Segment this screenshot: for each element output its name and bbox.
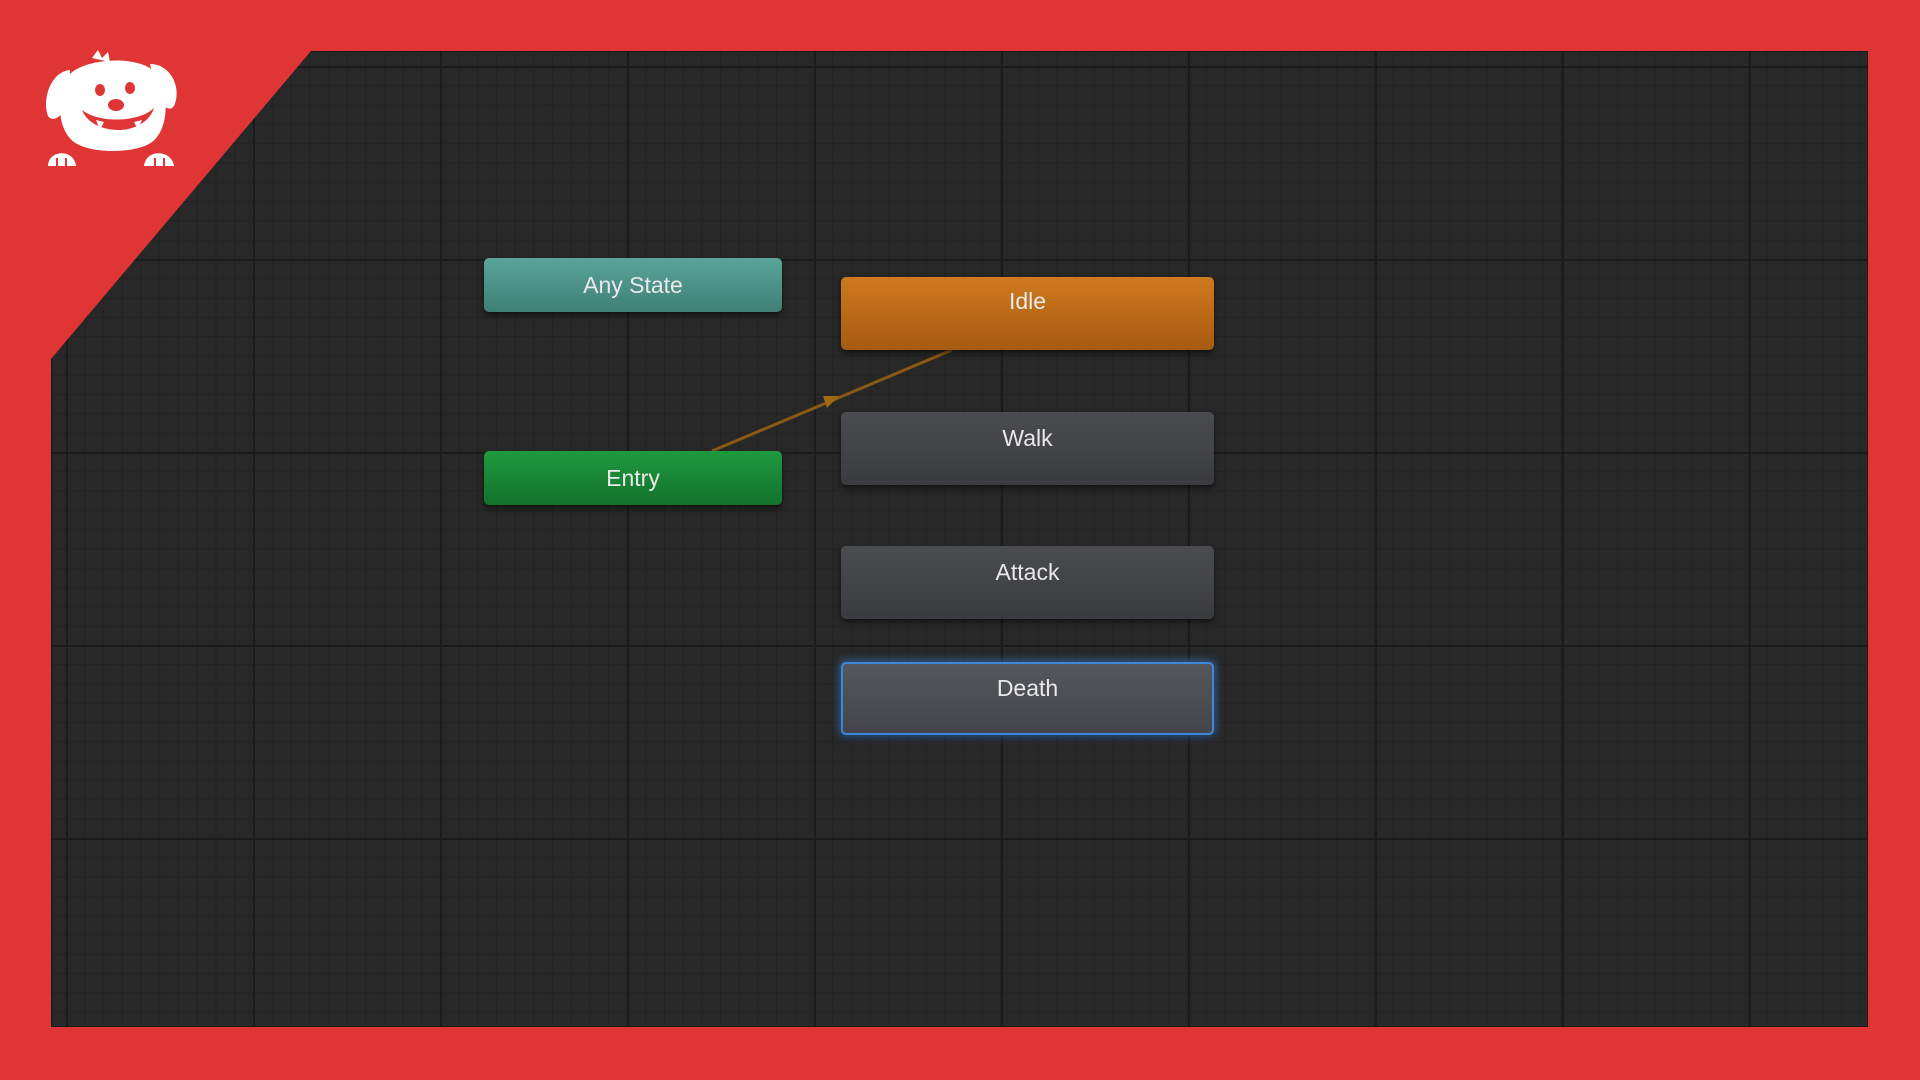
frame: Any State Entry Idle Walk Attack Death	[0, 0, 1920, 1080]
state-label-any-state: Any State	[583, 271, 683, 298]
state-node-walk[interactable]: Walk	[841, 412, 1214, 485]
state-label-walk: Walk	[1002, 425, 1053, 451]
state-node-entry[interactable]: Entry	[484, 451, 782, 505]
state-node-idle[interactable]: Idle	[841, 277, 1214, 350]
state-label-entry: Entry	[606, 464, 660, 491]
animator-graph-canvas[interactable]	[51, 51, 1868, 1027]
state-label-death: Death	[996, 675, 1059, 701]
dog-mascot-icon	[40, 50, 185, 170]
state-node-death[interactable]: Death	[841, 662, 1214, 735]
state-label-idle: Idle	[1008, 288, 1047, 314]
state-node-any-state[interactable]: Any State	[484, 258, 782, 312]
state-node-attack[interactable]: Attack	[841, 546, 1214, 619]
state-label-attack: Attack	[995, 559, 1060, 585]
